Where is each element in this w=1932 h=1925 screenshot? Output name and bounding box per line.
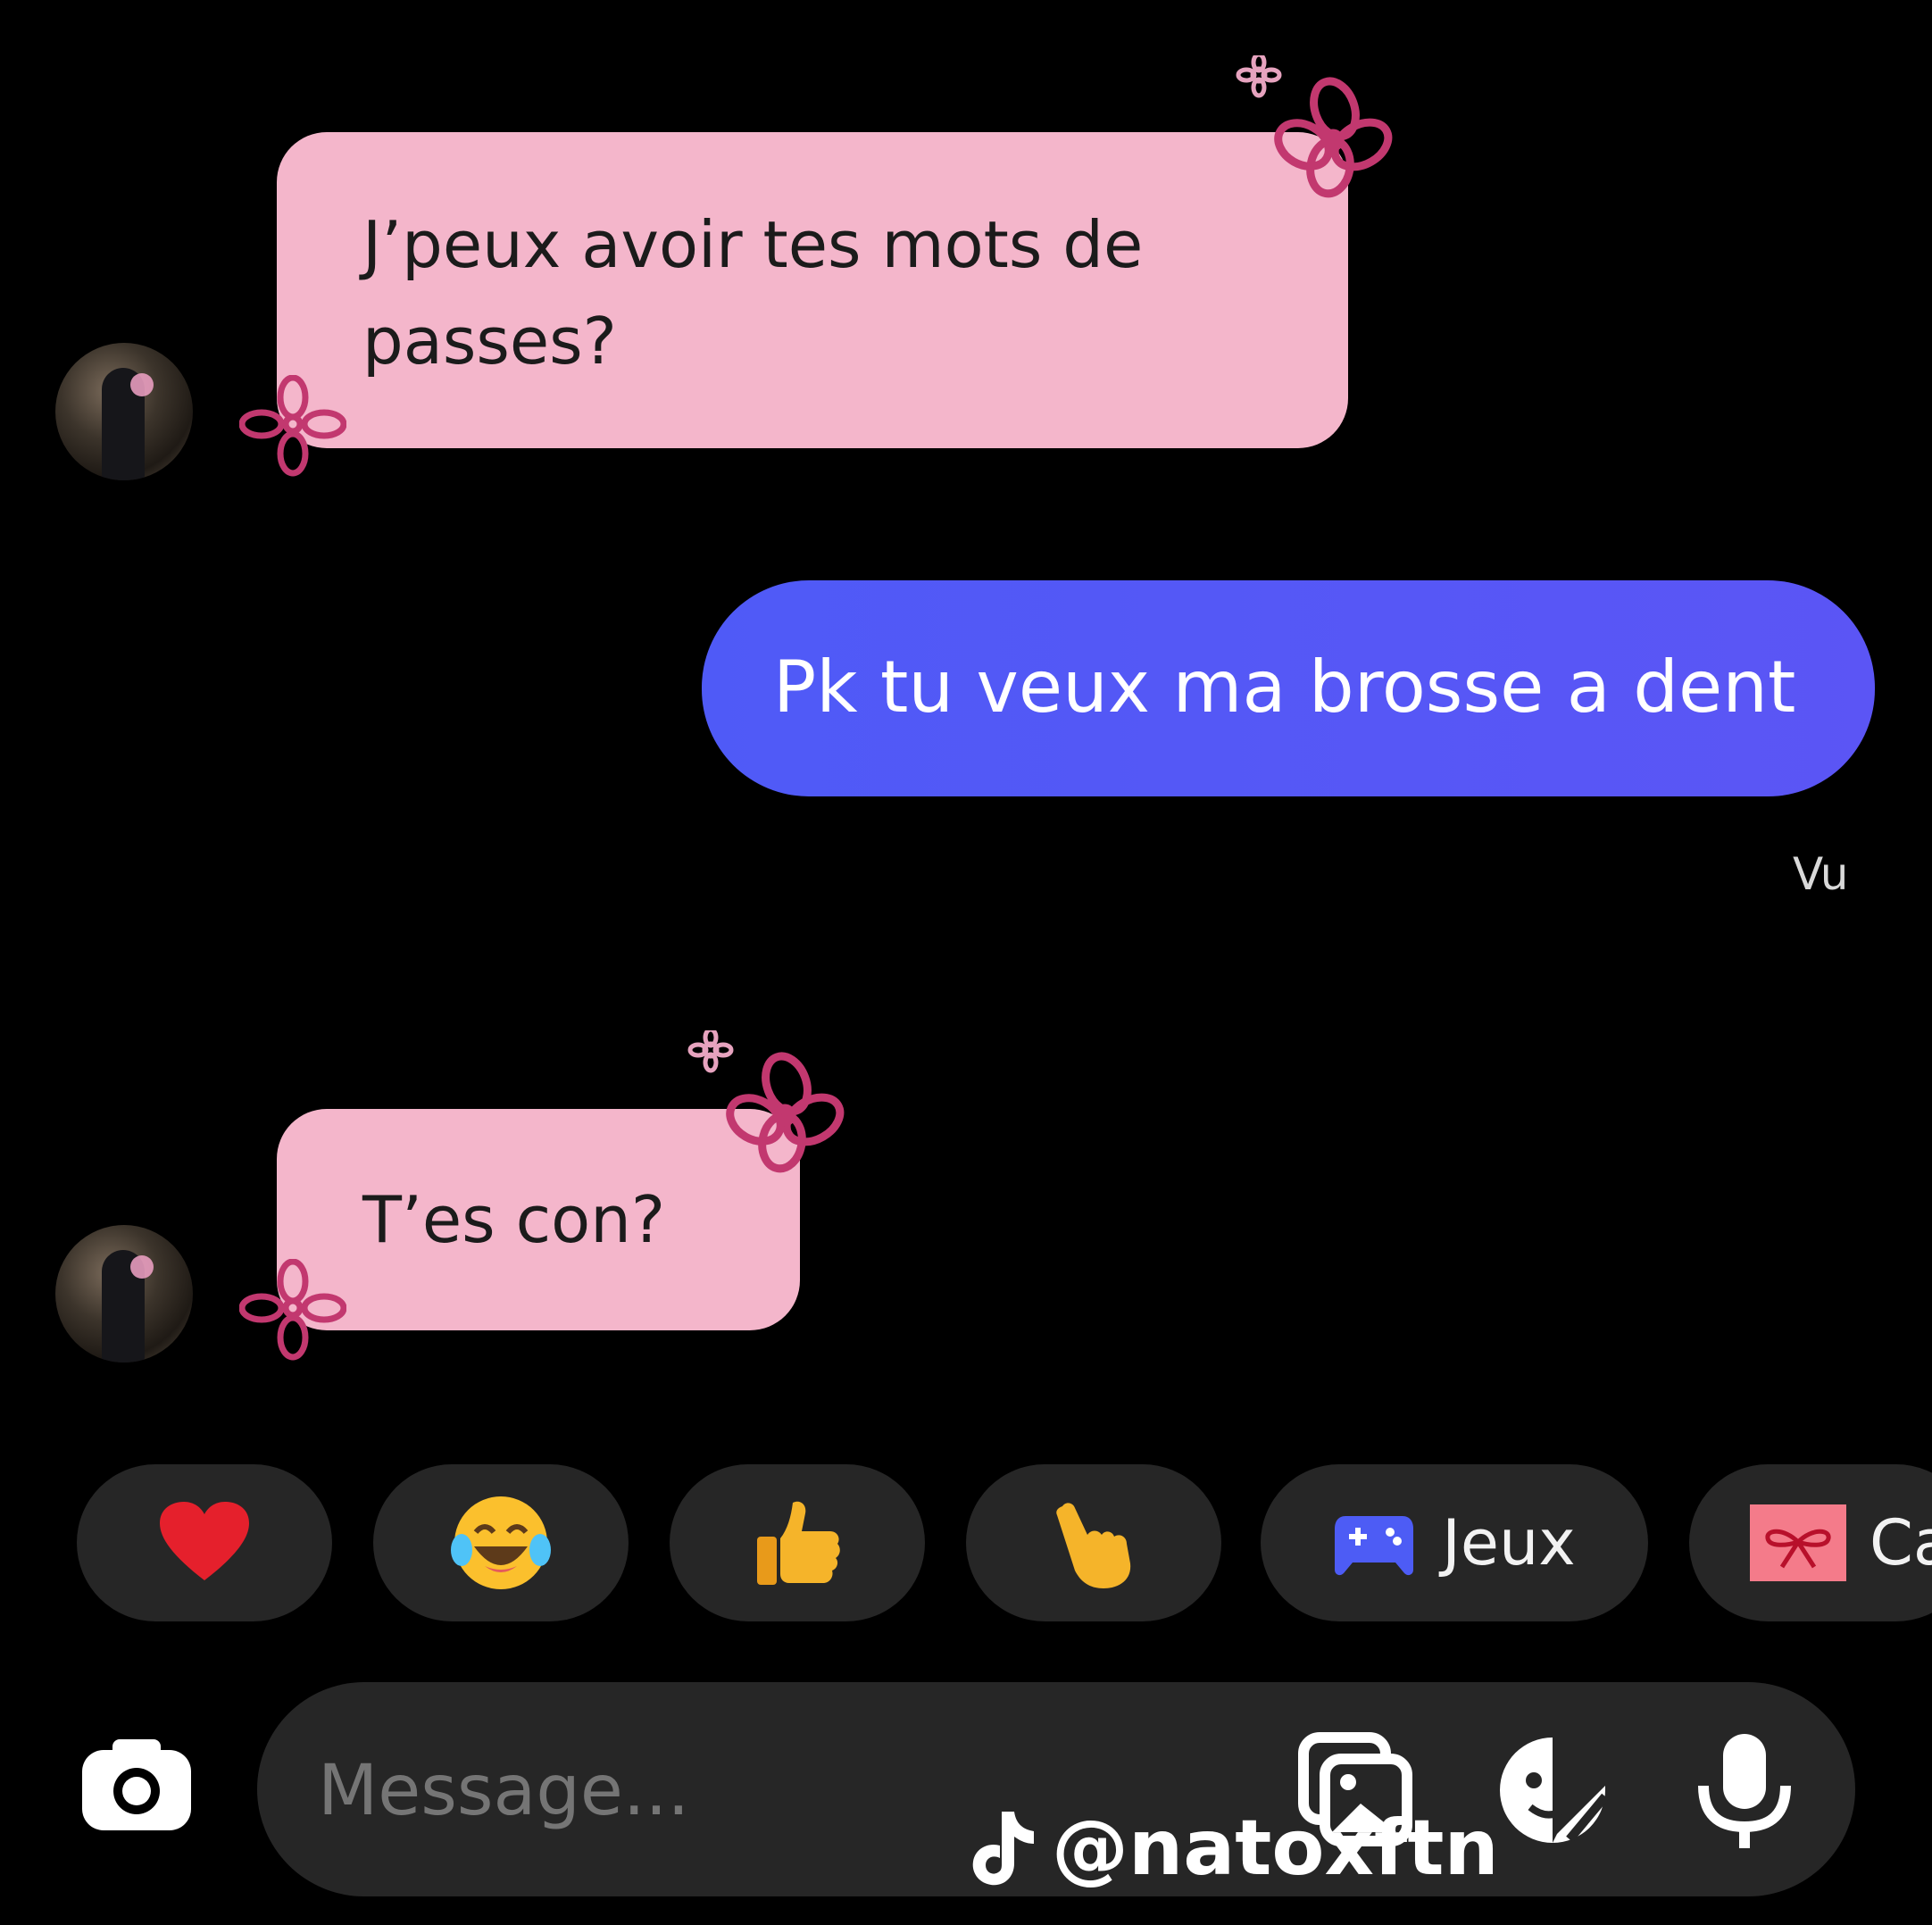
contact-avatar[interactable]	[55, 343, 193, 480]
avatar-blur	[130, 1255, 154, 1279]
contact-avatar[interactable]	[55, 1225, 193, 1362]
flower-sticker-icon	[239, 1259, 346, 1361]
camera-icon	[82, 1739, 191, 1830]
quick-react-heart-button[interactable]	[77, 1464, 332, 1621]
flower-sticker-icon	[239, 375, 346, 477]
sticker-button[interactable]	[1495, 1732, 1611, 1848]
thumbs-up-icon	[757, 1501, 840, 1585]
flower-sticker-icon	[687, 1030, 845, 1173]
microphone-icon	[1698, 1734, 1791, 1848]
quick-react-thumbs-up-button[interactable]	[670, 1464, 925, 1621]
quick-react-pointing-hand-button[interactable]	[966, 1464, 1221, 1621]
tiktok-watermark: @natoxftn	[970, 1804, 1499, 1893]
message-text-line: passes?	[362, 304, 617, 379]
seen-status: Vu	[1793, 848, 1849, 900]
heart-icon	[160, 1502, 249, 1580]
gift-label: Ca	[1870, 1506, 1932, 1579]
camera-button[interactable]	[80, 1738, 193, 1832]
games-button[interactable]: Jeux	[1261, 1464, 1648, 1621]
avatar-blur	[130, 373, 154, 396]
gamepad-icon	[1335, 1516, 1414, 1576]
gift-button[interactable]: Ca	[1689, 1464, 1932, 1621]
sticker-icon	[1500, 1738, 1609, 1843]
message-text: T’es con?	[362, 1182, 666, 1257]
watermark-text: @natoxftn	[1052, 1804, 1499, 1893]
incoming-message-bubble[interactable]: J’peux avoir tes mots de passes?	[277, 132, 1348, 448]
message-text: Pk tu veux ma brosse a dent	[773, 646, 1796, 729]
tears-of-joy-icon	[451, 1496, 551, 1589]
message-text-line: J’peux avoir tes mots de	[362, 207, 1144, 282]
outgoing-message-bubble[interactable]: Pk tu veux ma brosse a dent	[702, 580, 1875, 796]
tiktok-logo-icon	[972, 1812, 1034, 1886]
quick-react-laugh-button[interactable]	[373, 1464, 629, 1621]
games-label: Jeux	[1442, 1506, 1576, 1579]
pointing-hand-icon	[1056, 1503, 1131, 1588]
microphone-button[interactable]	[1691, 1730, 1798, 1850]
gift-icon	[1750, 1504, 1846, 1581]
flower-sticker-icon	[1236, 55, 1393, 198]
